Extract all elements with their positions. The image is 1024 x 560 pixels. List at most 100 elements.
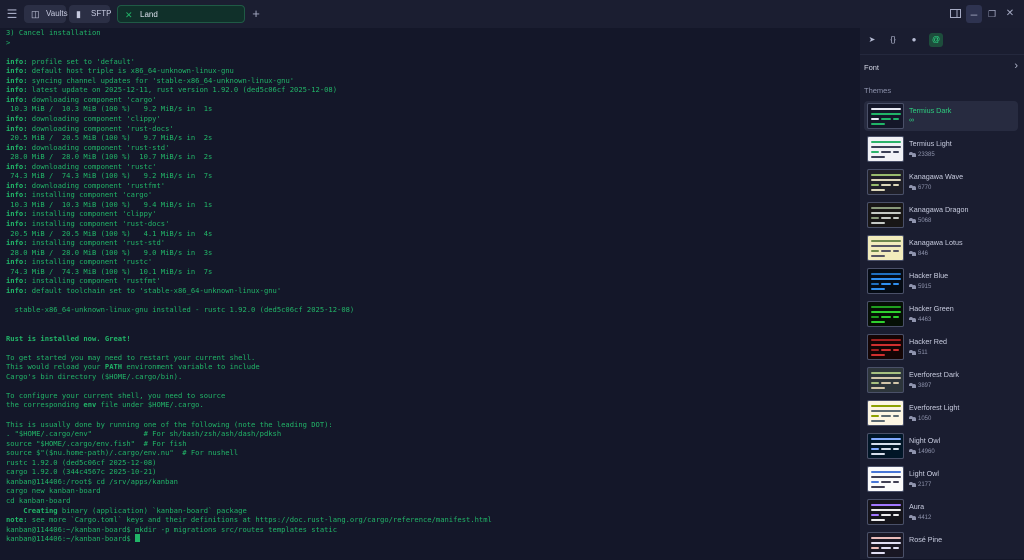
tab-label: Land [140,10,158,19]
preview-line [871,339,901,341]
terminal-text: 28.0 MiB / 28.0 MiB (100 %) 9.0 MiB/s in… [6,247,213,257]
hamburger-icon[interactable]: ☰ [5,5,19,23]
at-icon[interactable]: @ [929,33,943,47]
terminal-text: info: [6,257,28,267]
close-icon[interactable]: ✕ [1003,5,1017,23]
theme-item[interactable]: Hacker Blue 5915 [864,266,1018,296]
plus-icon[interactable]: + [249,5,263,23]
terminal-text: info: [6,142,28,152]
theme-name: Kanagawa Wave [909,172,964,181]
terminal-text: info: [6,180,28,190]
terminal-line: 20.5 MiB / 20.5 MiB (100 %) 4.1 MiB/s in… [6,229,212,239]
theme-preview [867,169,904,195]
terminal-text: info: [6,85,28,95]
theme-user-count: 6770 [918,185,932,191]
terminal-text: downloading component 'cargo' [27,94,157,104]
users-icon [909,284,916,289]
theme-item[interactable]: Kanagawa Lotus 846 [864,233,1018,263]
sidebar-icon[interactable] [947,5,963,23]
theme-name: Termius Dark [909,106,952,115]
font-setting[interactable]: Font › [864,60,1018,76]
users-icon [909,251,916,256]
preview-line [871,453,885,455]
preview-line [881,349,891,351]
terminal-line: kanban@114406:~/kanban-board$ mkdir -p m… [6,525,337,535]
terminal-line: info: profile set to 'default' [6,57,135,67]
terminal-line: info: downloading component 'rustc' [6,162,156,172]
theme-item[interactable]: Light Owl 2177 [864,464,1018,494]
preview-line [881,448,891,450]
theme-user-count: ∞ [909,117,914,124]
preview-line [881,514,891,516]
terminal-text: PATH [104,362,123,372]
panel-divider [860,54,1024,55]
terminal-text: installing component 'cargo' [27,190,153,200]
preview-line [881,547,891,549]
terminal-text: file under $HOME/.cargo. [96,400,204,410]
preview-line [881,283,891,285]
theme-item[interactable]: Termius Light 23385 [864,134,1018,164]
theme-user-count: 511 [918,350,928,356]
terminal-line: info: latest update on 2025-12-11, rust … [6,85,337,95]
terminal-text: installing component 'rustc' [27,257,153,267]
preview-line [871,255,885,257]
tab-land[interactable]: ✕ Land [117,5,245,23]
terminal-text: 74.3 MiB / 74.3 MiB (100 %) 9.2 MiB/s in… [6,171,213,181]
theme-item[interactable]: Kanagawa Dragon 5068 [864,200,1018,230]
terminal-line: 74.3 MiB / 74.3 MiB (100 %) 10.1 MiB/s i… [6,267,212,277]
theme-item[interactable]: Everforest Dark 3897 [864,365,1018,395]
braces-icon[interactable]: {} [886,33,900,47]
terminal-text: 20.5 MiB / 20.5 MiB (100 %) 9.7 MiB/s in… [6,133,213,143]
preview-line [871,141,901,143]
theme-name: Hacker Blue [909,271,949,280]
terminal-text: Creating [6,505,58,515]
minimize-icon[interactable]: – [966,5,982,23]
theme-users: ∞ [909,117,914,124]
theme-item[interactable]: Termius Dark ∞ [864,101,1018,131]
theme-item[interactable]: Aura 4412 [864,497,1018,527]
pin-icon[interactable]: ➤ [865,33,879,47]
tab-label: Vaults [46,9,68,18]
theme-name: Kanagawa Lotus [909,238,963,247]
preview-line [871,316,879,318]
terminal-text: installing component 'rustfmt' [27,276,161,286]
close-icon[interactable]: ✕ [125,6,133,24]
terminal-text: downloading component 'rustc' [27,161,157,171]
tab-sftp[interactable]: ▮ SFTP [69,5,112,23]
preview-line [893,415,899,417]
preview-line [871,108,901,110]
preview-line [881,415,891,417]
themes-heading: Themes [864,86,892,95]
circle-icon[interactable]: ● [907,33,921,47]
terminal-line: stable-x86_64-unknown-linux-gnu installe… [6,305,355,315]
terminal-text: To configure your current shell, you nee… [6,390,226,400]
terminal-line: source "$HOME/.cargo/env.fish" # For fis… [6,439,187,449]
terminal-line: note: see more `Cargo.toml` keys and the… [6,515,492,525]
terminal-output[interactable]: 3) Cancel installation > info: profile set… [0,28,860,559]
theme-item[interactable]: Night Owl 14960 [864,431,1018,461]
theme-item[interactable]: Hacker Green 4463 [864,299,1018,329]
theme-item[interactable]: Kanagawa Wave 6770 [864,167,1018,197]
theme-preview [867,499,904,525]
users-icon [909,152,916,157]
vaults-icon: ◫ [31,9,40,19]
theme-user-count: 5068 [918,218,932,224]
terminal-line: 10.3 MiB / 10.3 MiB (100 %) 9.2 MiB/s in… [6,104,212,114]
tab-label: SFTP [91,9,112,18]
preview-line [871,377,901,379]
preview-line [871,547,879,549]
theme-users: 5068 [909,218,931,224]
tab-vaults[interactable]: ◫ Vaults [24,5,68,23]
theme-preview [867,466,904,492]
restore-icon[interactable]: ❐ [985,5,999,23]
theme-item[interactable]: Everforest Light 1050 [864,398,1018,428]
theme-item[interactable]: Hacker Red 511 [864,332,1018,362]
theme-item[interactable]: Rosé Pine [864,530,1018,560]
preview-line [893,382,899,384]
users-icon [909,317,916,322]
preview-line [871,471,901,473]
theme-user-count: 846 [918,251,929,257]
users-icon [909,482,916,487]
theme-users: 4463 [909,317,931,323]
terminal-line: source $"($nu.home-path)/.cargo/env.nu" … [6,448,238,458]
